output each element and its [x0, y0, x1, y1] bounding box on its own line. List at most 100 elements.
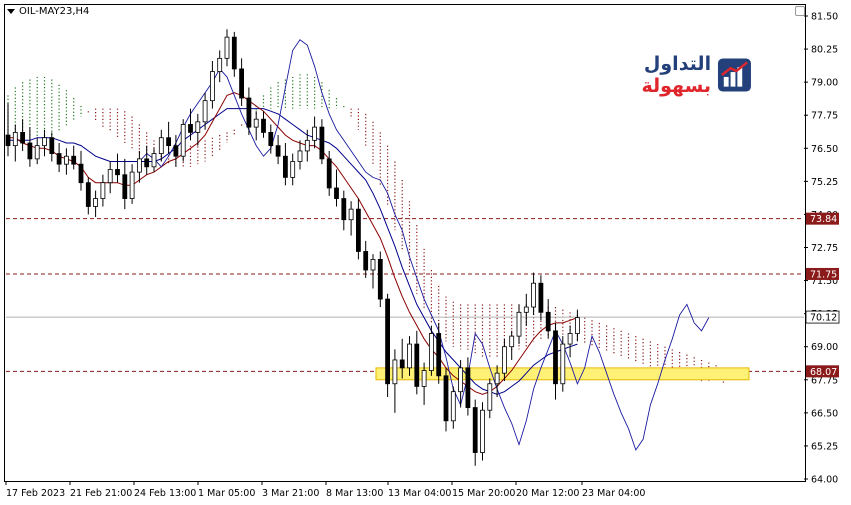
candle-body: [64, 155, 69, 165]
candle-body: [180, 124, 186, 157]
y-tick-label: 80.25: [811, 45, 838, 56]
x-tick-label: 20 Mar 12:00: [516, 488, 579, 499]
candle-body: [465, 367, 471, 408]
candle-body: [253, 118, 259, 128]
candle-body: [312, 126, 318, 141]
x-tick-label: 3 Mar 21:00: [262, 488, 319, 499]
candle-body: [282, 155, 288, 178]
candle-body: [560, 343, 566, 385]
price-axis: 81.5080.2579.0077.7576.5075.2574.0072.75…: [804, 12, 838, 486]
chart-shift-icon[interactable]: [795, 6, 805, 16]
candle-body: [575, 317, 580, 334]
candle-body: [501, 346, 507, 374]
candle-body: [480, 409, 485, 453]
candle-body: [49, 137, 55, 154]
candle-body: [122, 174, 128, 199]
candle-body: [458, 367, 464, 393]
candle-body: [443, 375, 449, 422]
candle-body: [188, 124, 193, 133]
candle-body: [567, 333, 573, 345]
candle-body: [93, 198, 98, 207]
logo-text: التداول بسهولة: [572, 53, 711, 97]
candle-body: [136, 158, 142, 173]
candle-body: [231, 36, 237, 70]
candle-body: [348, 208, 354, 221]
candle-body: [151, 153, 157, 168]
logo-text-red: بسهولة: [641, 75, 712, 97]
y-tick-label: 75.25: [811, 177, 838, 188]
candle-body: [224, 36, 230, 59]
candle-body: [297, 150, 303, 162]
candle-body: [158, 137, 164, 154]
candle-body: [129, 171, 135, 199]
y-tick-label: 66.50: [811, 408, 838, 419]
candle-body: [12, 132, 18, 147]
candle-body: [85, 182, 91, 207]
candle-body: [239, 68, 245, 99]
candle-body: [421, 370, 427, 387]
y-tick-label: 65.25: [811, 441, 838, 452]
candle-body: [144, 158, 150, 168]
y-tick-label: 77.75: [811, 111, 838, 122]
dropdown-arrow-icon[interactable]: [7, 9, 15, 14]
candle-body: [78, 163, 84, 184]
chart-title[interactable]: OIL-MAY23,H4: [7, 6, 89, 17]
candle-body: [107, 169, 113, 184]
candle-body: [334, 187, 339, 199]
candle-body: [326, 158, 332, 189]
x-tick-label: 15 Mar 20:00: [452, 488, 515, 499]
level-label-text: 68.07: [810, 367, 837, 378]
x-tick-label: 23 Mar 04:00: [582, 488, 645, 499]
x-tick-label: 1 Mar 05:00: [198, 488, 255, 499]
level-label-text: 71.75: [810, 269, 837, 280]
logo-text-blue: التداول: [643, 53, 712, 75]
candle-body: [472, 407, 478, 453]
candle-body: [370, 259, 376, 271]
candle-body: [217, 57, 223, 72]
candle-body: [319, 126, 325, 160]
candle-body: [509, 335, 515, 348]
candle-body: [377, 259, 383, 300]
y-tick-label: 79.00: [811, 78, 838, 89]
candle-body: [392, 359, 398, 385]
candle-body: [100, 182, 106, 199]
bar-chart-logo-icon: [718, 58, 752, 92]
y-tick-label: 81.50: [811, 12, 838, 23]
x-tick-label: 21 Feb 21:00: [70, 488, 132, 499]
candle-body: [195, 121, 201, 133]
current-price-label-text: 70.12: [810, 313, 837, 324]
y-tick-label: 69.00: [811, 342, 838, 353]
candle-body: [450, 391, 456, 422]
tenkan-sen-line: [8, 92, 578, 395]
x-tick-label: 8 Mar 13:00: [326, 488, 383, 499]
candle-body: [399, 359, 405, 369]
candle-body: [516, 311, 522, 337]
y-tick-label: 64.00: [811, 475, 838, 486]
candle-body: [545, 311, 551, 332]
candle-body: [261, 118, 266, 133]
candle-body: [407, 343, 412, 369]
y-tick-label: 72.75: [811, 243, 838, 254]
time-axis: 17 Feb 2023 21 Feb 21:00 24 Feb 13:00 1 Mar…: [5, 481, 645, 499]
candle-body: [538, 282, 544, 313]
candle-body: [531, 282, 536, 308]
x-tick-label: 24 Feb 13:00: [134, 488, 196, 499]
brand-logo: التداول بسهولة: [572, 52, 752, 98]
candle-body: [523, 306, 529, 313]
candle-body: [341, 198, 347, 221]
candle-body: [428, 333, 434, 371]
candle-body: [202, 100, 208, 123]
candle-body: [115, 169, 120, 176]
candle-body: [209, 71, 215, 102]
candle-body: [5, 134, 11, 147]
candle-body: [553, 330, 558, 385]
candle-body: [71, 155, 77, 165]
candle-body: [20, 132, 26, 144]
kijun-sen-line: [8, 108, 578, 395]
symbol-label: OIL-MAY23,H4: [19, 6, 90, 17]
candle-body: [363, 251, 369, 271]
candle-body: [27, 142, 33, 160]
candle-body: [56, 153, 62, 165]
candle-body: [304, 139, 310, 152]
candle-body: [42, 137, 47, 147]
